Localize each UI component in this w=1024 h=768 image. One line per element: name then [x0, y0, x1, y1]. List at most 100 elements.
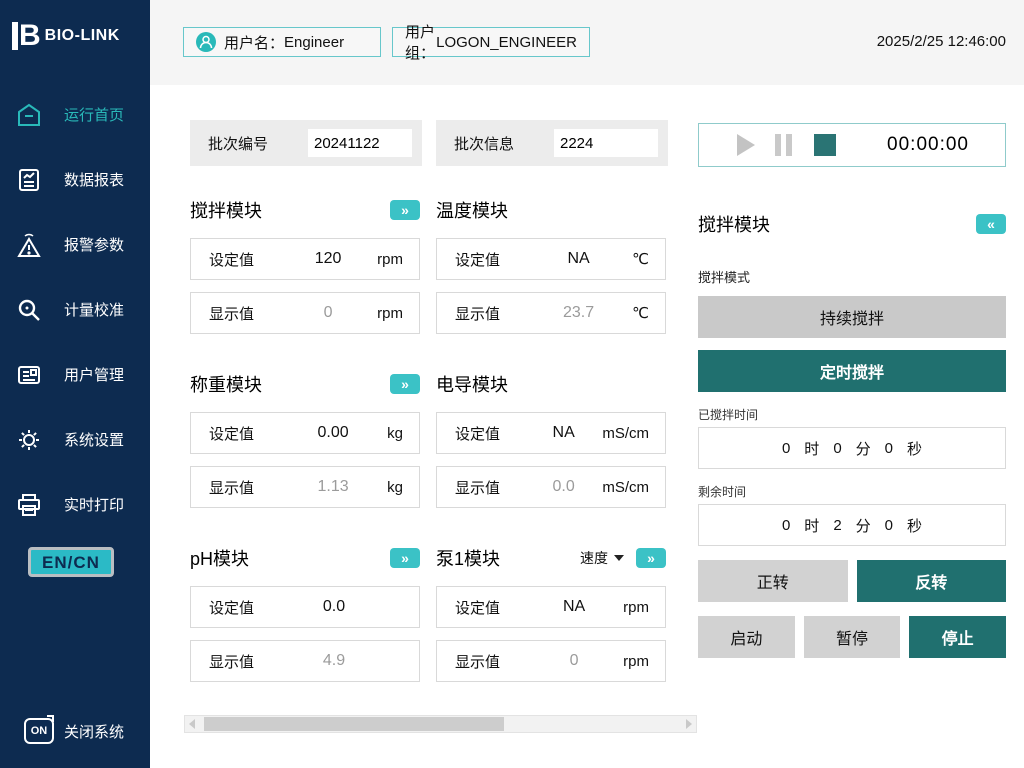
usergroup-box[interactable]: 用户组： LOGON_ENGINEER: [392, 27, 590, 57]
sidebar-item-label: 报警参数: [64, 234, 124, 255]
sidebar-item-label: 系统设置: [64, 429, 124, 450]
module-grid: 搅拌模块 » 设定值 120 rpm 显示值 0 rpm 温度模块 设定值 N: [190, 195, 668, 717]
stop-icon[interactable]: [814, 134, 836, 156]
sidebar-item-label: 用户管理: [64, 364, 124, 385]
pause-icon[interactable]: [775, 134, 792, 156]
display-row: 显示值 23.7 ℃: [436, 292, 666, 334]
shutdown-system-button[interactable]: ON 关闭系统: [0, 718, 150, 744]
logo-text: BIO-LINK: [45, 27, 120, 45]
settings-icon: [14, 425, 44, 455]
setpoint-row[interactable]: 设定值 0.0: [190, 586, 420, 628]
module-title: 温度模块: [436, 197, 508, 223]
batch-number-box: 批次编号: [190, 120, 422, 166]
setpoint-row[interactable]: 设定值 0.00 kg: [190, 412, 420, 454]
display-row: 显示值 1.13 kg: [190, 466, 420, 508]
usergroup-label: 用户组：: [405, 21, 436, 63]
sidebar-item-label: 计量校准: [64, 299, 124, 320]
module-title: 电导模块: [436, 371, 508, 397]
reverse-button[interactable]: 反转: [857, 560, 1007, 602]
scroll-left-button[interactable]: [185, 716, 199, 732]
home-icon: [14, 100, 44, 130]
stop-button[interactable]: 停止: [909, 616, 1006, 658]
display-row: 显示值 4.9: [190, 640, 420, 682]
top-bar: 用户名： Engineer 用户组： LOGON_ENGINEER 2025/2…: [150, 0, 1024, 85]
collapse-icon[interactable]: «: [976, 214, 1006, 234]
sidebar-item-alarm-params[interactable]: 报警参数: [0, 212, 150, 277]
module-ph: pH模块 » 设定值 0.0 显示值 4.9: [190, 543, 420, 694]
module-title: pH模块: [190, 545, 249, 571]
expand-icon[interactable]: »: [636, 548, 666, 568]
play-icon[interactable]: [737, 134, 755, 156]
sidebar-item-data-report[interactable]: 数据报表: [0, 147, 150, 212]
app-logo: B BIO-LINK: [0, 0, 150, 64]
elapsed-time-box: 0时 0分 0秒: [698, 427, 1006, 469]
module-title: 搅拌模块: [190, 197, 262, 223]
username-box[interactable]: 用户名： Engineer: [183, 27, 381, 57]
forward-button[interactable]: 正转: [698, 560, 848, 602]
remaining-time-box[interactable]: 0时 2分 0秒: [698, 504, 1006, 546]
batch-info-input[interactable]: [554, 129, 658, 157]
remaining-time-label: 剩余时间: [698, 483, 1006, 500]
batch-info-box: 批次信息: [436, 120, 668, 166]
sidebar-item-run-home[interactable]: 运行首页: [0, 82, 150, 147]
panel-title: 搅拌模块: [698, 211, 770, 237]
alarm-icon: [14, 230, 44, 260]
scrollbar-thumb[interactable]: [204, 717, 504, 731]
setpoint-row[interactable]: 设定值 NA rpm: [436, 586, 666, 628]
logo-mark-icon: B: [12, 22, 39, 50]
horizontal-scrollbar[interactable]: [184, 715, 697, 733]
stir-mode-label: 搅拌模式: [698, 267, 1006, 286]
module-pump1: 泵1模块 速度 » 设定值 NA rpm 显示值 0 rpm: [436, 543, 666, 694]
sidebar-item-system-settings[interactable]: 系统设置: [0, 407, 150, 472]
batch-info-label: 批次信息: [454, 133, 514, 154]
sidebar-item-label: 运行首页: [64, 104, 124, 125]
expand-icon[interactable]: »: [390, 548, 420, 568]
module-conductivity: 电导模块 设定值 NA mS/cm 显示值 0.0 mS/cm: [436, 369, 666, 520]
module-title: 泵1模块: [436, 545, 500, 571]
setpoint-row[interactable]: 设定值 NA ℃: [436, 238, 666, 280]
batch-number-label: 批次编号: [208, 133, 268, 154]
display-row: 显示值 0.0 mS/cm: [436, 466, 666, 508]
batch-row: 批次编号 批次信息: [190, 120, 668, 166]
module-title: 称重模块: [190, 371, 262, 397]
sidebar: B BIO-LINK 运行首页 数据报表: [0, 0, 150, 768]
user-management-icon: [14, 360, 44, 390]
control-panel: 00:00:00 搅拌模块 « 搅拌模式 持续搅拌 定时搅拌 已搅拌时间 0时 …: [698, 123, 1006, 658]
continuous-stir-button[interactable]: 持续搅拌: [698, 296, 1006, 338]
sidebar-item-label: 数据报表: [64, 169, 124, 190]
module-weighing: 称重模块 » 设定值 0.00 kg 显示值 1.13 kg: [190, 369, 420, 520]
sidebar-item-realtime-print[interactable]: 实时打印: [0, 472, 150, 537]
pump-mode-dropdown[interactable]: 速度: [580, 548, 624, 568]
printer-icon: [14, 490, 44, 520]
usergroup-value: LOGON_ENGINEER: [436, 34, 577, 51]
user-avatar-icon: [196, 32, 216, 52]
elapsed-time-label: 已搅拌时间: [698, 406, 1006, 423]
calibration-icon: [14, 295, 44, 325]
report-icon: [14, 165, 44, 195]
shutdown-label: 关闭系统: [64, 721, 124, 742]
pause-button[interactable]: 暂停: [804, 616, 901, 658]
sidebar-item-calibration[interactable]: 计量校准: [0, 277, 150, 342]
module-stir: 搅拌模块 » 设定值 120 rpm 显示值 0 rpm: [190, 195, 420, 346]
batch-number-input[interactable]: [308, 129, 412, 157]
datetime-display: 2025/2/25 12:46:00: [877, 33, 1006, 50]
sidebar-item-user-management[interactable]: 用户管理: [0, 342, 150, 407]
expand-icon[interactable]: »: [390, 200, 420, 220]
language-toggle-button[interactable]: EN/CN: [28, 547, 114, 577]
power-icon: ON: [24, 718, 54, 744]
setpoint-row[interactable]: 设定值 NA mS/cm: [436, 412, 666, 454]
setpoint-row[interactable]: 设定值 120 rpm: [190, 238, 420, 280]
username-value: Engineer: [284, 34, 344, 51]
start-button[interactable]: 启动: [698, 616, 795, 658]
timer-value: 00:00:00: [887, 134, 969, 156]
expand-icon[interactable]: »: [390, 374, 420, 394]
run-timer-box: 00:00:00: [698, 123, 1006, 167]
username-label: 用户名：: [224, 32, 284, 53]
module-temperature: 温度模块 设定值 NA ℃ 显示值 23.7 ℃: [436, 195, 666, 346]
sidebar-menu: 运行首页 数据报表 报警参数: [0, 82, 150, 577]
pump-mode-selected: 速度: [580, 548, 608, 568]
scroll-right-button[interactable]: [682, 716, 696, 732]
display-row: 显示值 0 rpm: [436, 640, 666, 682]
sidebar-item-label: 实时打印: [64, 494, 124, 515]
timed-stir-button[interactable]: 定时搅拌: [698, 350, 1006, 392]
